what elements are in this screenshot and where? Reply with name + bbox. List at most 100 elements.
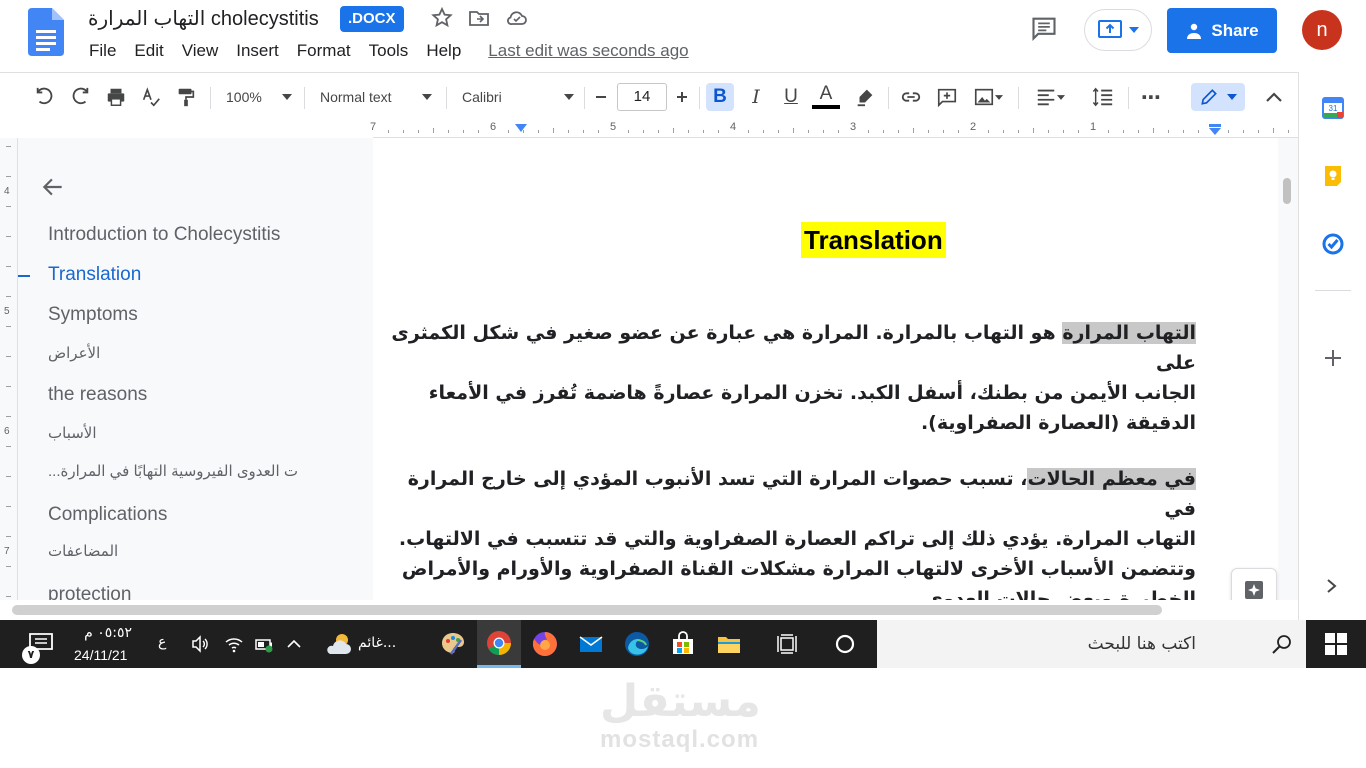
font-family-dropdown[interactable]: Calibri xyxy=(462,83,574,111)
right-indent-marker-icon[interactable] xyxy=(1209,124,1221,136)
insert-image-icon[interactable] xyxy=(968,83,1008,111)
start-button[interactable] xyxy=(1306,620,1366,668)
print-icon[interactable] xyxy=(103,83,129,111)
redo-icon[interactable] xyxy=(67,83,93,111)
paragraph-style-dropdown[interactable]: Normal text xyxy=(320,83,432,111)
outline-item[interactable]: Symptoms xyxy=(48,304,138,326)
document-title[interactable]: التهاب المرارة cholecystitis xyxy=(88,6,319,31)
spellcheck-icon[interactable] xyxy=(138,83,164,111)
google-docs-logo-icon[interactable] xyxy=(28,8,64,56)
menu-insert[interactable]: Insert xyxy=(227,40,288,62)
menu-view[interactable]: View xyxy=(173,40,228,62)
menu-edit[interactable]: Edit xyxy=(125,40,172,62)
menu-help[interactable]: Help xyxy=(417,40,470,62)
outline-item[interactable]: protection xyxy=(48,584,131,600)
star-icon[interactable] xyxy=(430,6,454,30)
horizontal-scrollbar[interactable] xyxy=(12,605,1162,615)
outline-item[interactable]: Complications xyxy=(48,504,167,526)
keep-icon[interactable] xyxy=(1321,164,1345,188)
cortana-button[interactable] xyxy=(823,620,867,668)
outline-item[interactable]: Introduction to Cholecystitis xyxy=(48,224,280,246)
taskbar-paint-app[interactable] xyxy=(431,620,475,668)
horizontal-ruler[interactable]: 7 6 5 4 3 2 1 xyxy=(370,120,1298,138)
ruler-tick xyxy=(643,130,644,133)
outline-item[interactable]: الأعراض xyxy=(48,344,100,362)
vertical-ruler-tick xyxy=(6,326,11,327)
move-folder-icon[interactable] xyxy=(467,6,491,30)
highlight-color-icon[interactable] xyxy=(852,83,878,111)
ruler-tick xyxy=(838,130,839,133)
outline-item[interactable]: the reasons xyxy=(48,384,147,406)
task-view-button[interactable] xyxy=(765,620,809,668)
font-size-input[interactable]: 14 xyxy=(617,83,667,111)
hide-menus-icon[interactable] xyxy=(1262,83,1286,111)
taskbar-mail-app[interactable] xyxy=(569,620,613,668)
decrease-font-size-icon[interactable] xyxy=(590,83,612,111)
back-arrow-icon[interactable] xyxy=(40,174,66,200)
clock-date[interactable]: 24/11/21 xyxy=(74,647,127,663)
menu-file[interactable]: File xyxy=(80,40,125,62)
taskbar-explorer-app[interactable] xyxy=(707,620,751,668)
tasks-icon[interactable] xyxy=(1321,232,1345,256)
volume-icon[interactable] xyxy=(190,634,210,654)
increase-font-size-icon[interactable] xyxy=(671,83,693,111)
battery-icon[interactable] xyxy=(254,634,274,654)
watermark-area: مستقل mostaql.com xyxy=(0,668,1366,768)
docx-badge: .DOCX xyxy=(340,6,404,32)
ruler-tick xyxy=(1108,130,1109,133)
ruler-tick xyxy=(793,128,794,133)
outline-item[interactable]: الأسباب xyxy=(48,424,97,442)
add-addon-icon[interactable] xyxy=(1321,346,1345,370)
align-icon[interactable] xyxy=(1030,83,1070,111)
cloud-saved-icon[interactable] xyxy=(505,6,529,30)
taskbar-firefox-app[interactable] xyxy=(523,620,567,668)
present-button[interactable] xyxy=(1084,9,1152,51)
comment-history-icon[interactable] xyxy=(1030,14,1058,42)
vertical-scrollbar[interactable] xyxy=(1283,178,1291,204)
active-outline-indicator xyxy=(18,275,30,277)
bold-button[interactable]: B xyxy=(706,83,734,111)
wifi-icon[interactable] xyxy=(224,634,244,654)
underline-button[interactable]: U xyxy=(777,83,805,111)
insert-link-icon[interactable] xyxy=(898,83,924,111)
last-edit-link[interactable]: Last edit was seconds ago xyxy=(488,40,688,62)
menu-format[interactable]: Format xyxy=(288,40,360,62)
ruler-tick xyxy=(823,130,824,133)
outline-item[interactable]: المضاعفات xyxy=(48,542,118,560)
editing-mode-button[interactable] xyxy=(1191,83,1245,111)
undo-icon[interactable] xyxy=(32,83,58,111)
weather-cloudy-icon[interactable] xyxy=(322,630,354,658)
document-page[interactable]: Translation التهاب المرارة هو التهاب بال… xyxy=(373,138,1278,600)
italic-button[interactable]: I xyxy=(742,83,770,111)
line-spacing-icon[interactable] xyxy=(1088,83,1118,111)
paragraph-2: في معظم الحالات، تسبب حصوات المرارة التي… xyxy=(373,464,1196,600)
svg-text:31: 31 xyxy=(1329,104,1338,113)
zoom-dropdown[interactable]: 100% xyxy=(226,83,292,111)
ruler-tick xyxy=(583,130,584,133)
clock-time[interactable]: ٠٥:٥٢ م xyxy=(74,625,132,641)
outline-item[interactable]: Translation xyxy=(48,264,141,286)
calendar-icon[interactable]: 31 xyxy=(1321,96,1345,120)
show-hidden-icons-icon[interactable] xyxy=(284,634,304,654)
input-language[interactable]: ع xyxy=(158,634,166,650)
taskbar-edge-app[interactable] xyxy=(615,620,659,668)
add-comment-icon[interactable] xyxy=(934,83,960,111)
explore-button[interactable] xyxy=(1231,568,1277,600)
chevron-right-icon[interactable] xyxy=(1322,574,1342,598)
ruler-tick xyxy=(1153,128,1154,133)
taskbar-store-app[interactable] xyxy=(661,620,705,668)
menu-tools[interactable]: Tools xyxy=(360,40,418,62)
present-icon xyxy=(1098,20,1122,38)
left-indent-marker-icon[interactable] xyxy=(515,124,527,136)
account-avatar[interactable]: n xyxy=(1302,10,1342,50)
ruler-tick xyxy=(748,130,749,133)
outline-item[interactable]: ...ت العدوى الفيروسية التهابًا في المرار… xyxy=(48,462,298,480)
weather-label[interactable]: غائم... xyxy=(358,635,396,651)
taskbar-chrome-app[interactable] xyxy=(477,620,521,668)
text-color-button[interactable]: A xyxy=(812,83,840,109)
share-button[interactable]: Share xyxy=(1167,8,1277,53)
taskbar-search-box[interactable]: اكتب هنا للبحث xyxy=(877,620,1306,668)
paint-format-icon[interactable] xyxy=(173,83,199,111)
ruler-tick xyxy=(808,130,809,133)
more-options-icon[interactable]: ⋯ xyxy=(1138,83,1164,111)
